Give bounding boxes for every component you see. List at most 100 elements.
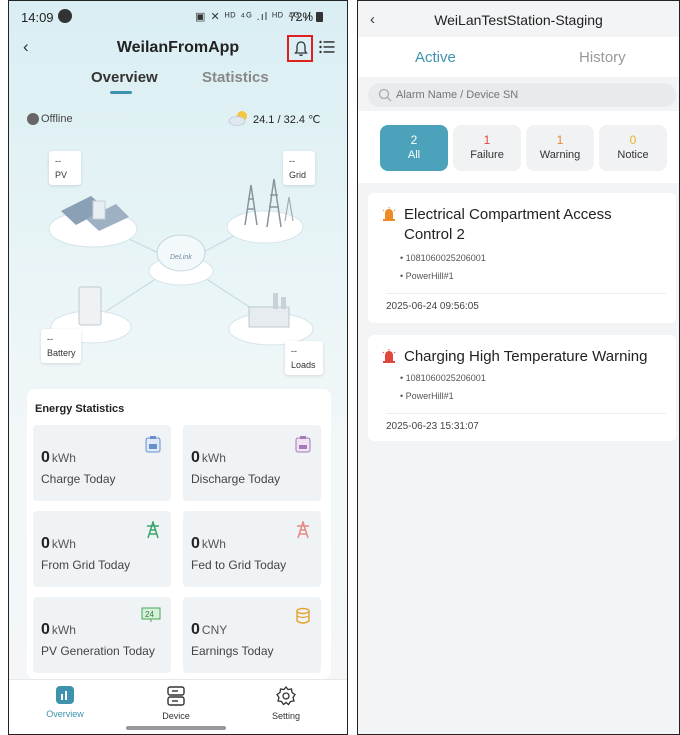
loads-label: Loads — [291, 360, 316, 370]
grid-towers-icon — [226, 178, 304, 244]
stat-tile-pv-generation[interactable]: 24 0 kWh PV Generation Today — [33, 597, 171, 673]
app-header: ‹ WeilanFromApp — [9, 31, 347, 63]
svg-text:24: 24 — [145, 610, 154, 619]
earnings-value: 0 CNY — [191, 621, 228, 638]
pv-value: -- — [55, 156, 61, 166]
cloud-hub-icon: DeLink — [148, 234, 214, 286]
filter-failure-count: 1 — [483, 133, 491, 147]
filter-chip-failure[interactable]: 1 Failure — [453, 125, 521, 171]
battery-value: -- — [47, 334, 53, 344]
battery-charge-icon — [145, 436, 161, 453]
filter-warning-count: 1 — [556, 133, 564, 147]
battery-label: Battery — [47, 348, 76, 358]
alarm-title: Electrical Compartment Access Control 2 — [404, 205, 612, 245]
discharge-label: Discharge Today — [191, 472, 281, 486]
station-title: WeiLanTestStation-Staging — [434, 12, 603, 28]
overview-icon — [56, 686, 74, 704]
svg-text:DeLink: DeLink — [170, 254, 192, 261]
nav-device-label: Device — [162, 711, 190, 721]
list-menu-icon[interactable] — [319, 40, 335, 54]
charge-value: 0 kWh — [41, 449, 76, 466]
partly-cloudy-icon — [228, 111, 247, 126]
alarm-title: Charging High Temperature Warning — [404, 347, 647, 367]
stat-tile-from-grid[interactable]: 0 kWh From Grid Today — [33, 511, 171, 587]
temperature-range: 24.1 / 32.4 ℃ — [253, 114, 321, 126]
grid-tower-icon — [147, 521, 159, 539]
alarm-device-sn: • 1081060025206001 — [400, 373, 486, 383]
pv-label: PV — [55, 170, 68, 180]
tab-statistics[interactable]: Statistics — [202, 69, 269, 86]
alarm-siren-icon — [382, 349, 396, 363]
alarm-time: 2025-06-23 15:31:07 — [386, 421, 479, 432]
nav-setting-label: Setting — [271, 711, 301, 721]
filter-warning-label: Warning — [539, 149, 581, 161]
alarm-divider — [386, 413, 666, 414]
device-server-icon — [167, 686, 185, 706]
from-grid-value: 0 kWh — [41, 535, 76, 552]
coins-icon — [296, 607, 310, 624]
alarm-device-sn: • 1081060025206001 — [400, 253, 486, 263]
alarm-search-input[interactable] — [396, 87, 656, 103]
energy-flow-diagram: DeLink -- PV -- Grid -- Battery -- Loads — [21, 141, 341, 381]
pv-generation-value: 0 kWh — [41, 621, 76, 638]
battery-icon — [316, 12, 323, 22]
alarm-list-screen: ‹ WeiLanTestStation-Staging Active Histo… — [357, 0, 680, 735]
nav-setting[interactable]: Setting — [251, 685, 321, 721]
alarm-title-line1: Charging High Temperature Warning — [404, 348, 648, 365]
stat-tile-discharge[interactable]: 0 kWh Discharge Today — [183, 425, 321, 501]
alarm-bell-button[interactable] — [287, 35, 313, 62]
filter-chip-warning[interactable]: 1 Warning — [526, 125, 594, 171]
overview-screen: 14:09 ▣ ✕ ᴴᴰ ⁴ᴳ .ıl ᴴᴰ ⁴ᴳ.ıl 72% ‹ Weila… — [8, 0, 348, 735]
stat-tile-earnings[interactable]: 0 CNY Earnings Today — [183, 597, 321, 673]
tab-history[interactable]: History — [579, 49, 626, 66]
loads-value: -- — [291, 346, 297, 356]
pv-value-tag: -- PV — [49, 151, 81, 185]
factory-loads-icon — [228, 293, 314, 346]
loads-value-tag: -- Loads — [285, 341, 323, 375]
pv-24-icon: 24 — [141, 607, 161, 622]
discharge-value: 0 kWh — [191, 449, 226, 466]
filter-chip-notice[interactable]: 0 Notice — [599, 125, 667, 171]
alarm-time: 2025-06-24 09:56:05 — [386, 301, 479, 312]
stat-tile-fed-to-grid[interactable]: 0 kWh Fed to Grid Today — [183, 511, 321, 587]
bottom-navigation: Overview Device Setting — [9, 679, 347, 734]
bell-icon — [294, 41, 308, 57]
alarm-title-line1: Electrical Compartment Access — [404, 206, 612, 223]
filter-chip-all[interactable]: 2 All — [380, 125, 448, 171]
notification-dot-icon — [58, 9, 72, 23]
device-status-label: Offline — [41, 113, 73, 125]
from-grid-label: From Grid Today — [41, 558, 131, 572]
battery-discharge-icon — [295, 436, 311, 453]
alarm-siren-icon — [382, 207, 396, 221]
nav-device[interactable]: Device — [141, 686, 211, 721]
search-icon — [378, 88, 392, 102]
alarm-card[interactable]: Electrical Compartment Access Control 2 … — [368, 193, 676, 323]
grid-tower-icon — [297, 521, 309, 539]
home-indicator[interactable] — [126, 726, 226, 730]
alarm-tabs-bar — [358, 37, 679, 77]
alarm-card[interactable]: Charging High Temperature Warning • 1081… — [368, 335, 676, 441]
alarm-title-line2: Control 2 — [404, 226, 465, 243]
filter-all-count: 2 — [410, 133, 418, 147]
tab-overview[interactable]: Overview — [91, 69, 158, 86]
nav-overview[interactable]: Overview — [30, 686, 100, 719]
filter-notice-count: 0 — [629, 133, 637, 147]
tab-active-indicator — [110, 91, 132, 94]
nav-overview-label: Overview — [46, 709, 84, 719]
tab-active[interactable]: Active — [415, 49, 456, 66]
filter-all-label: All — [407, 149, 421, 161]
fed-to-grid-value: 0 kWh — [191, 535, 226, 552]
earnings-label: Earnings Today — [191, 644, 274, 658]
gear-icon — [276, 685, 296, 706]
charge-label: Charge Today — [41, 472, 116, 486]
fed-to-grid-label: Fed to Grid Today — [191, 558, 287, 572]
status-time: 14:09 — [21, 10, 54, 25]
alarm-divider — [386, 293, 666, 294]
offline-status-dot — [27, 113, 39, 125]
alarm-station: • PowerHill#1 — [400, 271, 454, 281]
stat-tile-charge[interactable]: 0 kWh Charge Today — [33, 425, 171, 501]
pv-panels-icon — [48, 196, 138, 248]
overview-tabs: Overview Statistics — [9, 67, 347, 97]
grid-value: -- — [289, 156, 295, 166]
alarm-search-box[interactable] — [368, 83, 676, 107]
